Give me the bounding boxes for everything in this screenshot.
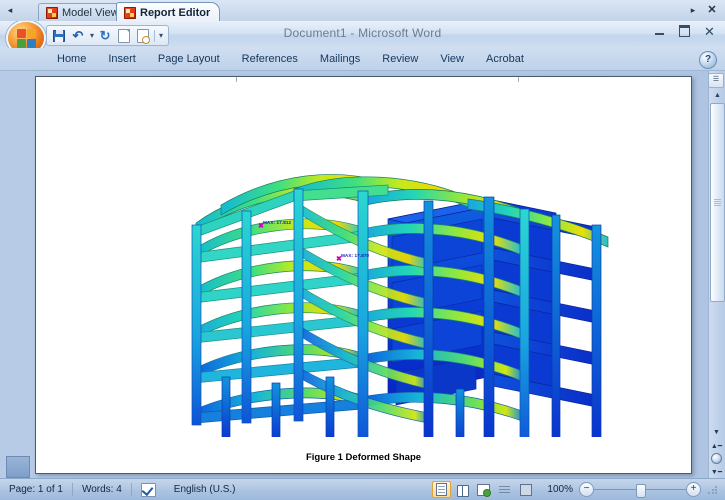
maximize-icon <box>679 25 690 37</box>
view-print-layout-button[interactable] <box>432 481 451 498</box>
zoom-slider[interactable]: − + <box>579 482 701 497</box>
minimize-icon <box>655 33 664 35</box>
browse-next-button[interactable]: ▼━ <box>710 465 723 478</box>
language-status[interactable]: English (U.S.) <box>165 479 245 500</box>
deformed-shape-figure: ✖ MAX: 17.812 ✖ MAX: 17.870 <box>36 77 691 437</box>
web-layout-icon <box>477 484 490 496</box>
zoom-level-label[interactable]: 100% <box>545 484 573 495</box>
document-area: ✖ MAX: 17.812 ✖ MAX: 17.870 Figure 1 Def… <box>0 71 725 480</box>
host-tab-strip: ◂ Model View Report Editor ▸ ✕ <box>0 0 725 22</box>
browse-object-controls: ▼ ▲━ ▼━ <box>710 426 723 478</box>
ribbon-tab-bar: Home Insert Page Layout References Maili… <box>0 48 725 71</box>
tab-insert[interactable]: Insert <box>97 48 147 70</box>
word-window: ↶ ▾ ↻ ▾ Document1 - Microsoft Word ✕ Hom… <box>0 21 725 500</box>
page-status[interactable]: Page: 1 of 1 <box>0 479 72 500</box>
resize-grip[interactable] <box>707 484 719 496</box>
view-full-screen-reading-button[interactable] <box>453 481 472 498</box>
word-count-status[interactable]: Words: 4 <box>73 479 131 500</box>
tab-scroll-right-icon[interactable]: ▸ <box>687 3 699 18</box>
app-icon <box>124 7 136 19</box>
tab-review[interactable]: Review <box>371 48 429 70</box>
max-label-2: MAX: 17.870 <box>341 253 369 258</box>
close-button[interactable]: ✕ <box>698 23 721 39</box>
tab-mailings[interactable]: Mailings <box>309 48 371 70</box>
document-page[interactable]: ✖ MAX: 17.812 ✖ MAX: 17.870 Figure 1 Def… <box>35 76 692 474</box>
spell-check-icon <box>141 483 156 497</box>
status-bar-right: 100% − + <box>428 481 725 498</box>
spell-check-status[interactable] <box>132 479 165 500</box>
view-mode-buttons <box>428 481 539 498</box>
help-icon[interactable]: ? <box>699 51 717 69</box>
zoom-out-button[interactable]: − <box>579 482 594 497</box>
tab-references[interactable]: References <box>231 48 309 70</box>
selection-block <box>6 456 30 478</box>
print-layout-icon <box>436 483 447 496</box>
host-tab-label: Model View <box>62 7 119 19</box>
close-icon: ✕ <box>704 25 715 38</box>
tab-view[interactable]: View <box>429 48 475 70</box>
max-label-1: MAX: 17.812 <box>263 220 291 225</box>
zoom-thumb[interactable] <box>636 484 646 498</box>
tab-acrobat[interactable]: Acrobat <box>475 48 535 70</box>
tab-page-layout[interactable]: Page Layout <box>147 48 231 70</box>
scroll-up-button[interactable]: ▲ <box>710 88 725 103</box>
zoom-track[interactable] <box>594 483 686 496</box>
window-controls: ✕ <box>648 23 721 39</box>
window-title: Document1 - Microsoft Word <box>0 26 725 40</box>
app-icon <box>46 7 58 19</box>
draft-icon <box>520 484 532 496</box>
tab-scroll-left-icon[interactable]: ◂ <box>4 3 16 18</box>
vertical-scrollbar[interactable]: ☰ ▲ ▼ ▲━ ▼━ <box>708 71 725 480</box>
host-tab-report-editor[interactable]: Report Editor <box>116 2 220 22</box>
zoom-in-button[interactable]: + <box>686 482 701 497</box>
host-tab-label: Report Editor <box>140 7 210 19</box>
scroll-down-button[interactable]: ▼ <box>710 426 723 439</box>
browse-previous-button[interactable]: ▲━ <box>710 439 723 452</box>
view-outline-button[interactable] <box>495 481 514 498</box>
view-draft-button[interactable] <box>516 481 535 498</box>
full-screen-reading-icon <box>457 485 469 495</box>
title-bar: ↶ ▾ ↻ ▾ Document1 - Microsoft Word ✕ <box>0 21 725 48</box>
browse-object-button[interactable] <box>710 452 723 465</box>
application-window: ◂ Model View Report Editor ▸ ✕ ↶ ▾ ↻ <box>0 0 725 500</box>
maximize-button[interactable] <box>673 23 696 39</box>
status-bar: Page: 1 of 1 Words: 4 English (U.S.) 100… <box>0 478 725 500</box>
ruler-toggle-icon[interactable]: ☰ <box>708 73 724 88</box>
close-icon[interactable]: ✕ <box>705 3 719 18</box>
tab-home[interactable]: Home <box>46 48 97 70</box>
figure-caption: Figure 1 Deformed Shape <box>36 452 691 463</box>
view-web-layout-button[interactable] <box>474 481 493 498</box>
outline-icon <box>499 485 510 495</box>
minimize-button[interactable] <box>648 23 671 39</box>
browse-object-icon <box>711 453 722 464</box>
scrollbar-thumb[interactable] <box>710 103 725 302</box>
ribbon-tabs: Home Insert Page Layout References Maili… <box>46 48 535 70</box>
